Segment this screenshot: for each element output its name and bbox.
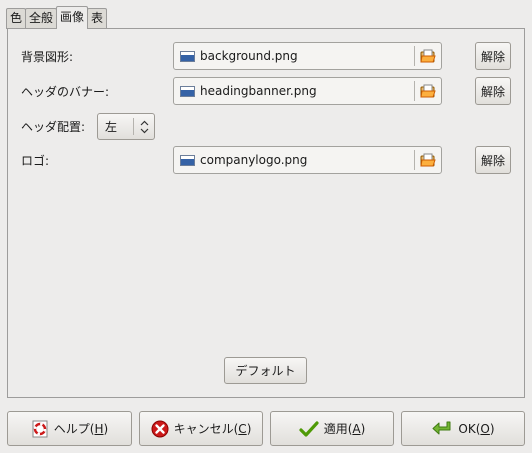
help-lifebuoy-icon	[31, 420, 49, 438]
tab-general[interactable]: 全般	[25, 8, 58, 29]
release-logo-button[interactable]: 解除	[475, 146, 511, 174]
open-folder-icon[interactable]	[415, 147, 441, 173]
heading-alignment-value: 左	[105, 120, 118, 134]
image-file-icon	[180, 50, 195, 62]
tab-bar: 色 全般 画像 表	[6, 6, 108, 29]
up-down-arrows-icon	[134, 120, 154, 134]
background-file-chooser[interactable]: background.png	[173, 42, 442, 70]
cancel-button[interactable]: キャンセル(C)	[139, 411, 263, 446]
green-enter-arrow-icon	[431, 420, 453, 438]
help-button[interactable]: ヘルプ(H)	[7, 411, 132, 446]
tab-color[interactable]: 色	[6, 8, 27, 29]
banner-file-chooser[interactable]: headingbanner.png	[173, 77, 442, 105]
images-tab-panel: 背景図形: background.png 解除 ヘッダのバナー: heading…	[7, 28, 525, 398]
background-image-label: 背景図形:	[21, 50, 74, 64]
ok-label: OK(O)	[458, 421, 495, 436]
image-file-icon	[180, 85, 195, 97]
green-check-icon	[299, 420, 319, 438]
help-label: ヘルプ(H)	[53, 422, 109, 436]
apply-label: 適用(A)	[323, 422, 366, 436]
logo-file-name: companylogo.png	[200, 153, 308, 167]
logo-file-chooser[interactable]: companylogo.png	[173, 146, 442, 174]
heading-banner-label: ヘッダのバナー:	[21, 85, 110, 99]
release-background-button[interactable]: 解除	[475, 42, 511, 70]
banner-file-name: headingbanner.png	[200, 84, 317, 98]
red-x-icon	[151, 420, 169, 438]
heading-alignment-label: ヘッダ配置:	[21, 120, 86, 134]
ok-button[interactable]: OK(O)	[401, 411, 525, 446]
background-file-name: background.png	[200, 49, 298, 63]
heading-alignment-select[interactable]: 左	[97, 113, 155, 140]
release-banner-button[interactable]: 解除	[475, 77, 511, 105]
default-button[interactable]: デフォルト	[224, 357, 307, 384]
tab-images[interactable]: 画像	[56, 6, 89, 29]
image-file-icon	[180, 154, 195, 166]
open-folder-icon[interactable]	[415, 78, 441, 104]
logo-label: ロゴ:	[21, 154, 50, 168]
open-folder-icon[interactable]	[415, 43, 441, 69]
tab-table[interactable]: 表	[87, 8, 108, 29]
cancel-label: キャンセル(C)	[173, 422, 252, 436]
apply-button[interactable]: 適用(A)	[270, 411, 394, 446]
